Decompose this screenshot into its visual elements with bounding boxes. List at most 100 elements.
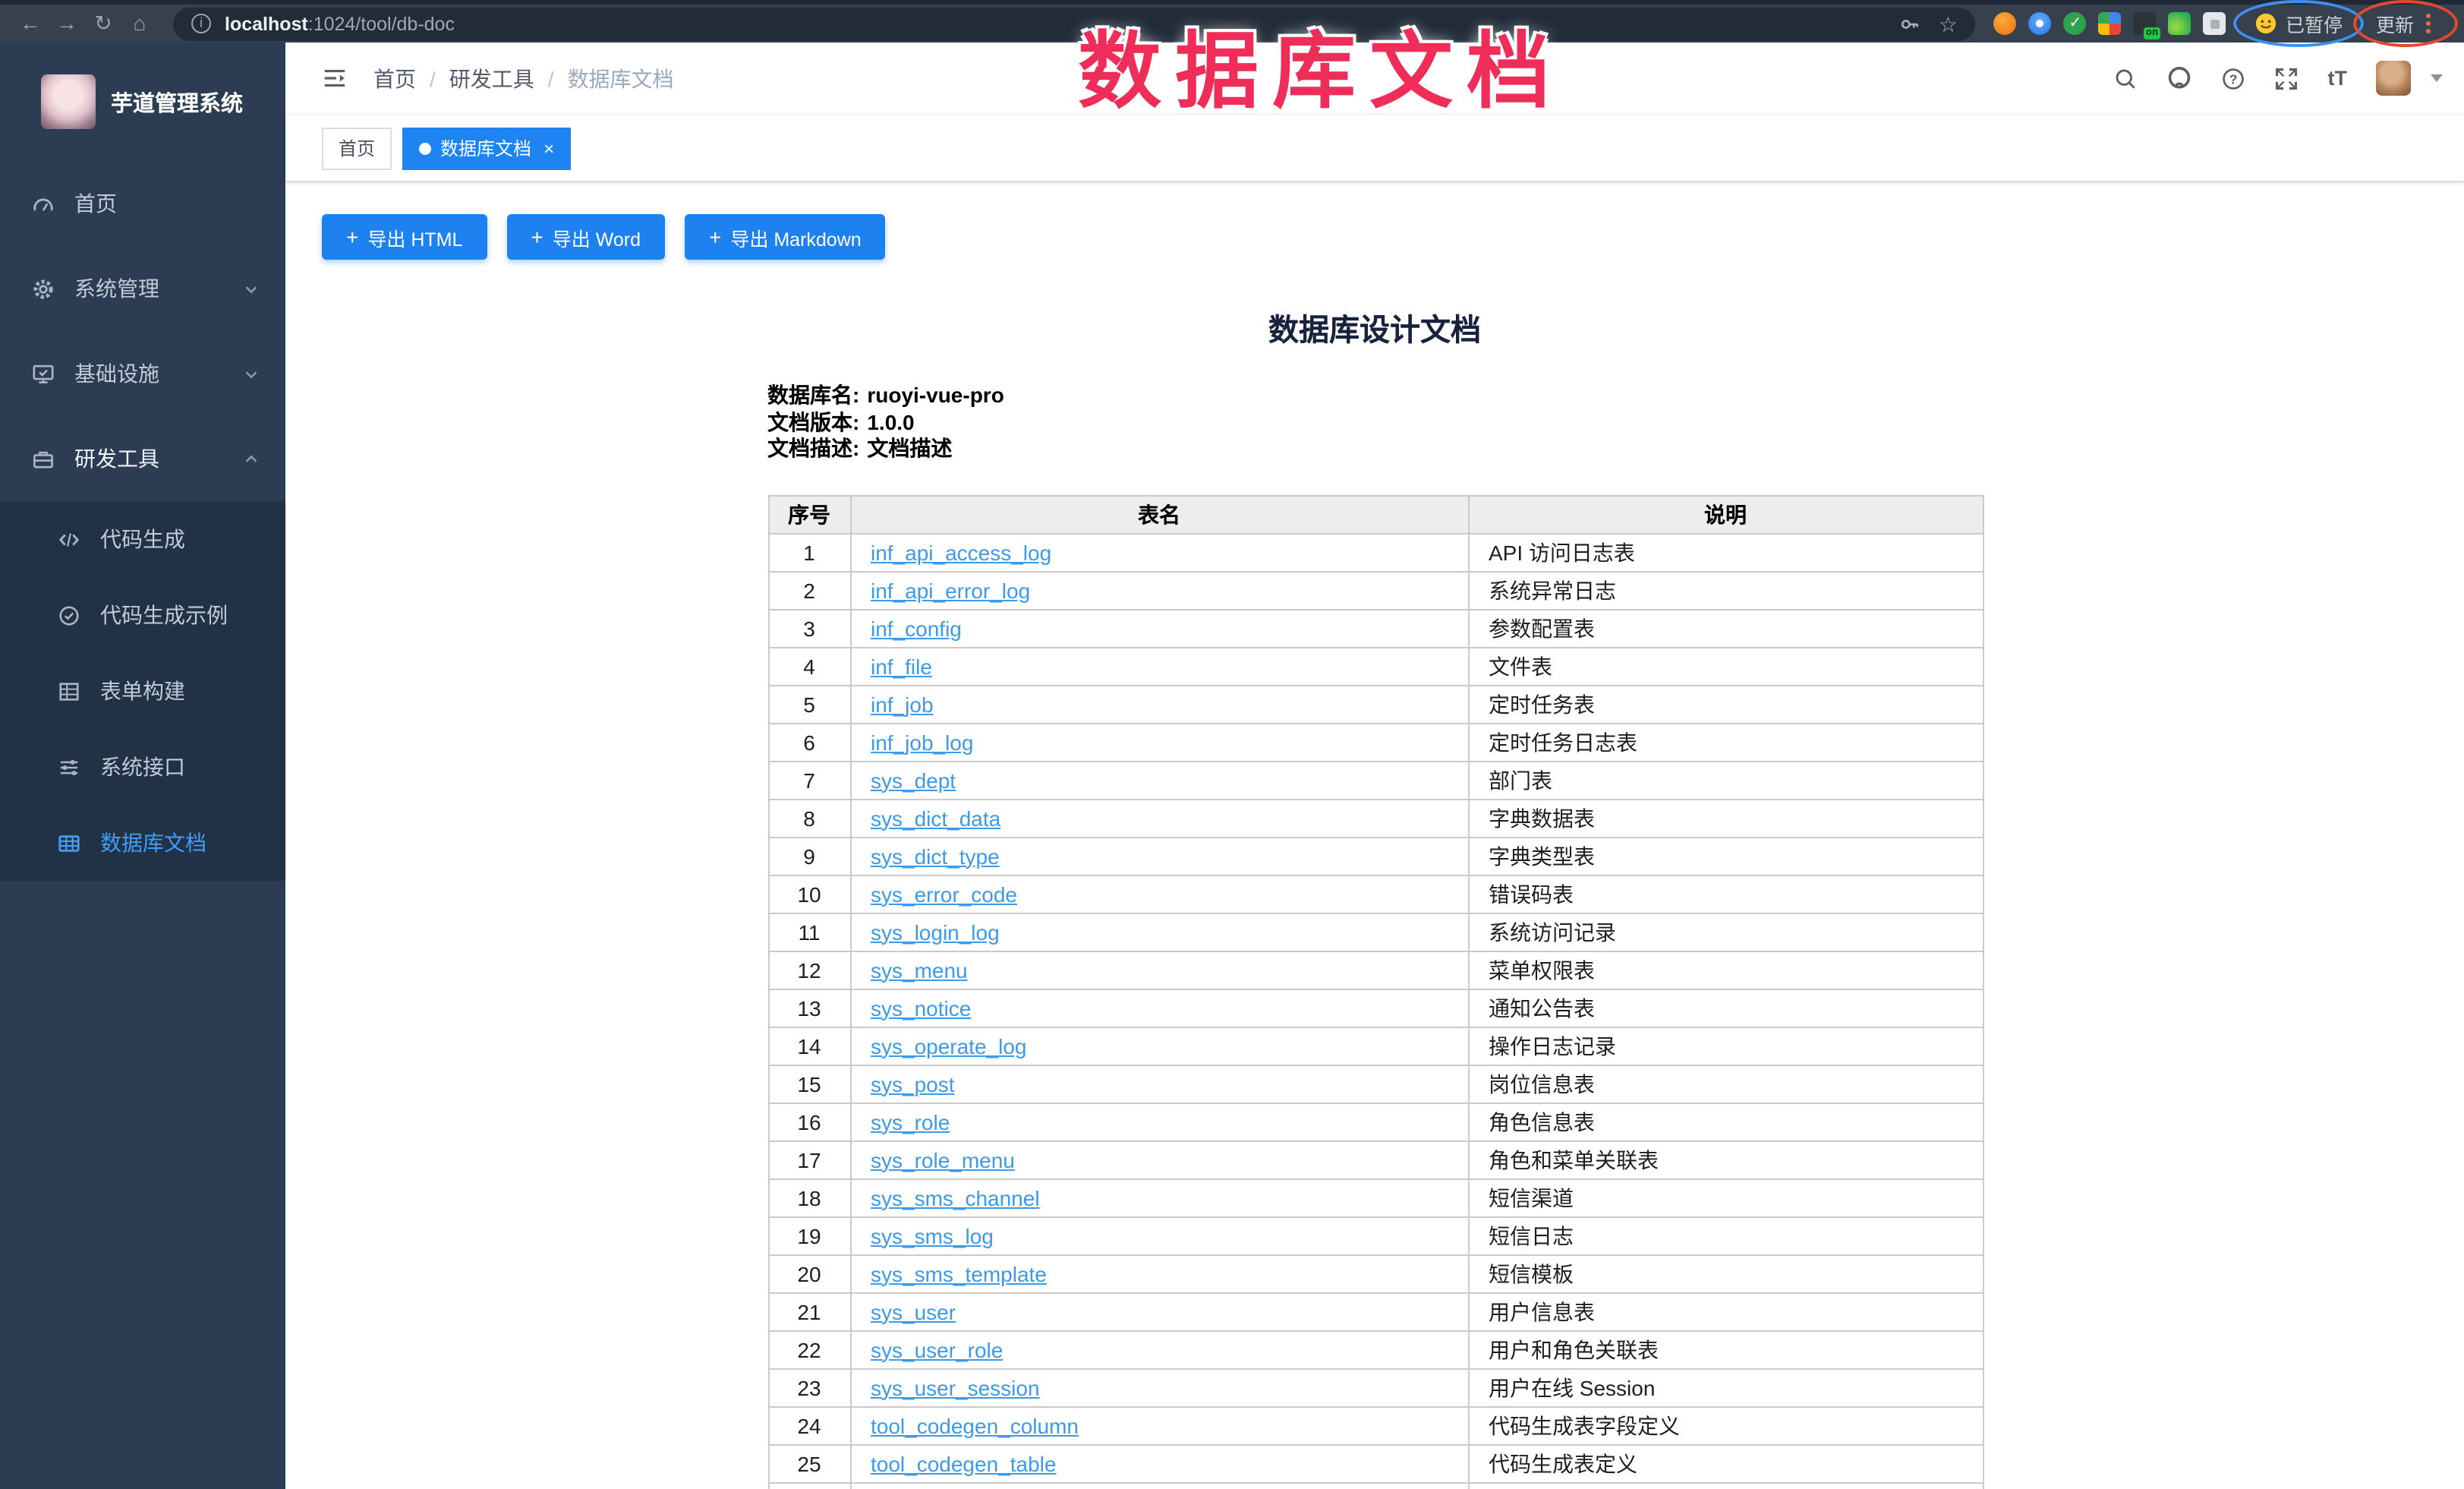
forward-icon[interactable]: →	[52, 5, 82, 43]
plus-icon: +	[346, 226, 358, 248]
browser-update-button[interactable]: 更新	[2362, 6, 2449, 41]
sidebar-item-基础设施[interactable]: 基础设施	[0, 331, 285, 416]
home-icon[interactable]: ⌂	[124, 5, 155, 43]
table-name-link[interactable]: sys_user_role	[871, 1337, 1003, 1361]
export-button-导出 Markdown[interactable]: +导出 Markdown	[685, 214, 886, 260]
table-name-link[interactable]: sys_dept	[871, 768, 956, 792]
table-name-link[interactable]: sys_role	[871, 1109, 950, 1134]
table-name-link[interactable]: sys_operate_log	[871, 1033, 1027, 1058]
table-name-link[interactable]: inf_api_error_log	[871, 578, 1030, 602]
check-extension-icon[interactable]: ✓	[2064, 12, 2087, 35]
sidebar-item-系统管理[interactable]: 系统管理	[0, 246, 285, 331]
table-name-link[interactable]: sys_post	[871, 1071, 955, 1096]
column-header-序号: 序号	[768, 495, 850, 533]
table-name-link[interactable]: sys_sms_template	[871, 1261, 1047, 1286]
puzzle-extension-icon[interactable]	[2204, 12, 2226, 35]
table-name-link[interactable]: sys_dict_data	[871, 806, 1000, 830]
github-icon[interactable]	[2167, 65, 2193, 91]
table-name-link[interactable]: inf_job_log	[871, 730, 973, 754]
breadcrumb-item[interactable]: 研发工具	[449, 63, 534, 93]
fullscreen-icon[interactable]	[2275, 66, 2299, 90]
document-meta-line: 数据库名:ruoyi-vue-pro	[767, 383, 1982, 409]
row-index: 6	[768, 723, 850, 761]
close-icon[interactable]: ×	[544, 139, 554, 157]
info-icon[interactable]: i	[191, 14, 211, 33]
table-name-link[interactable]: sys_dict_type	[871, 844, 1000, 868]
chevron-down-icon[interactable]	[2431, 74, 2443, 82]
tab-首页[interactable]: 首页	[322, 127, 392, 169]
row-index: 3	[768, 609, 850, 647]
sidebar-logo-row[interactable]: 芋道管理系统	[0, 43, 285, 161]
orange-extension-icon[interactable]	[1994, 12, 2017, 35]
table-name-link[interactable]: inf_config	[871, 616, 962, 640]
sidebar-item-研发工具[interactable]: 研发工具	[0, 416, 285, 501]
address-bar[interactable]: i localhost:1024/tool/db-doc ☆	[173, 7, 1976, 40]
table-name-link[interactable]: sys_sms_channel	[871, 1185, 1040, 1210]
active-tab-dot	[419, 142, 431, 154]
meta-value: 文档描述	[867, 436, 952, 462]
table-name-link[interactable]: inf_api_access_log	[871, 540, 1051, 564]
export-button-label: 导出 HTML	[367, 222, 462, 251]
key-icon[interactable]	[1899, 13, 1920, 34]
row-index: 11	[768, 913, 850, 951]
user-avatar[interactable]	[2376, 61, 2411, 96]
table-row: 9sys_dict_type字典类型表	[768, 837, 1983, 875]
sidebar-item-首页[interactable]: 首页	[0, 161, 285, 246]
row-index: 20	[768, 1254, 850, 1292]
table-name-link[interactable]: tool_codegen_table	[871, 1451, 1056, 1475]
svg-text:?: ?	[2229, 71, 2238, 86]
tab-数据库文档[interactable]: 数据库文档×	[402, 127, 571, 169]
url-path: :1024/tool/db-doc	[308, 13, 455, 34]
search-icon[interactable]	[2114, 66, 2138, 90]
table-name-link[interactable]: sys_user_session	[871, 1375, 1040, 1399]
table-row: 18sys_sms_channel短信渠道	[768, 1178, 1983, 1216]
on-badge-extension-icon[interactable]: on	[2134, 12, 2157, 35]
table-name-link[interactable]: tool_codegen_column	[871, 1413, 1079, 1437]
table-desc-cell: 用户在线 Session	[1468, 1368, 1983, 1406]
font-size-icon[interactable]: tT	[2328, 67, 2348, 90]
table-name-link[interactable]: sys_user	[871, 1299, 956, 1323]
row-index: 7	[768, 761, 850, 799]
leaf-extension-icon[interactable]	[2169, 12, 2191, 35]
sidebar-subitem-数据库文档[interactable]: 数据库文档	[0, 805, 285, 881]
table-name-link[interactable]: sys_sms_log	[871, 1223, 994, 1248]
table-row: 16sys_role角色信息表	[768, 1103, 1983, 1140]
table-name-link[interactable]: sys_error_code	[871, 882, 1017, 906]
pin-extension-icon[interactable]	[2029, 12, 2052, 35]
export-button-导出 HTML[interactable]: + 导出 HTML	[322, 214, 487, 260]
sidebar-fold-icon[interactable]	[285, 65, 373, 91]
app-title: 芋道管理系统	[111, 86, 243, 118]
table-row: 7sys_dept部门表	[768, 761, 1983, 799]
sidebar-subitem-label: 代码生成示例	[100, 600, 228, 630]
table-name-cell: sys_notice	[850, 989, 1468, 1027]
export-button-导出 Word[interactable]: +导出 Word	[506, 214, 665, 260]
reload-icon[interactable]: ↻	[88, 5, 118, 43]
sidebar-subitem-代码生成[interactable]: 代码生成	[0, 501, 285, 577]
page-content: +导出 HTML+导出 Word+导出 Markdown 数据库设计文档 数据库…	[285, 182, 2464, 1489]
column-header-说明: 说明	[1468, 495, 1983, 533]
sidebar-item-label: 基础设施	[74, 358, 159, 389]
help-icon[interactable]: ?	[2222, 66, 2246, 90]
grid-extension-icon[interactable]	[2099, 12, 2122, 35]
dashboard-icon	[32, 192, 55, 215]
table-row: 4inf_file文件表	[768, 647, 1983, 685]
table-name-link[interactable]: sys_menu	[871, 957, 968, 982]
row-index: 21	[768, 1292, 850, 1330]
breadcrumb: 首页/研发工具/数据库文档	[373, 63, 674, 93]
sidebar-subitem-代码生成示例[interactable]: 代码生成示例	[0, 577, 285, 653]
bookmark-star-icon[interactable]: ☆	[1939, 13, 1958, 34]
sidebar-subitem-表单构建[interactable]: 表单构建	[0, 653, 285, 729]
table-name-link[interactable]: inf_job	[871, 692, 934, 716]
paused-extension-chip[interactable]: 已暂停	[2242, 6, 2356, 41]
row-index: 15	[768, 1065, 850, 1103]
table-name-link[interactable]: inf_file	[871, 654, 932, 678]
sidebar-subitem-label: 表单构建	[100, 676, 185, 706]
table-name-link[interactable]: sys_login_log	[871, 920, 1000, 944]
kebab-menu-icon[interactable]	[2421, 14, 2435, 33]
back-icon[interactable]: ←	[15, 5, 46, 43]
sidebar-subitem-系统接口[interactable]: 系统接口	[0, 729, 285, 805]
table-name-link[interactable]: sys_notice	[871, 995, 971, 1020]
breadcrumb-item[interactable]: 首页	[373, 63, 416, 93]
table-name-link[interactable]: sys_role_menu	[871, 1147, 1015, 1172]
table-name-cell: sys_user_session	[850, 1368, 1468, 1406]
